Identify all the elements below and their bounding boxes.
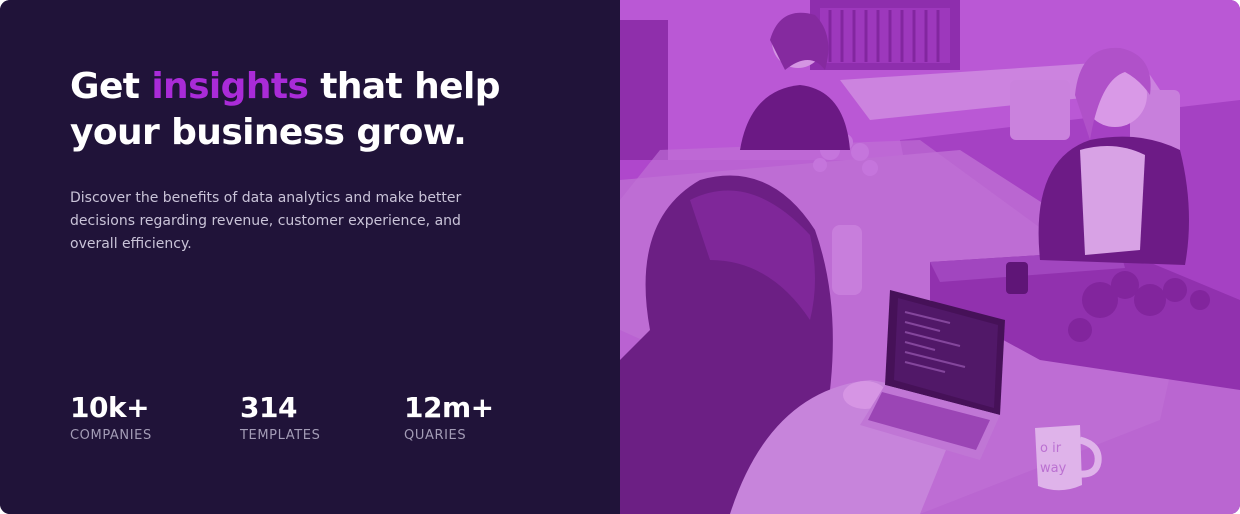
headline: Get insights that help your business gro… [70, 64, 540, 156]
headline-accent: insights [151, 66, 309, 107]
stats-card: Get insights that help your business gro… [0, 0, 1240, 514]
office-team-photo: o ir way [620, 0, 1240, 514]
stat-label: COMPANIES [70, 428, 152, 443]
text-panel: Get insights that help your business gro… [0, 0, 620, 514]
stat-queries: 12m+ QUARIES [404, 390, 494, 444]
stat-label: QUARIES [404, 428, 467, 443]
stat-label: TEMPLATES [240, 428, 321, 443]
stat-templates: 314 TEMPLATES [240, 390, 320, 444]
stat-value: 12m+ [404, 391, 494, 424]
headline-before: Get [70, 66, 152, 107]
photo-illustration: o ir way [620, 0, 1240, 514]
description: Discover the benefits of data analytics … [70, 190, 462, 252]
stat-value: 10k+ [70, 391, 150, 424]
stat-value: 314 [240, 391, 297, 424]
stat-companies: 10k+ COMPANIES [70, 390, 152, 444]
